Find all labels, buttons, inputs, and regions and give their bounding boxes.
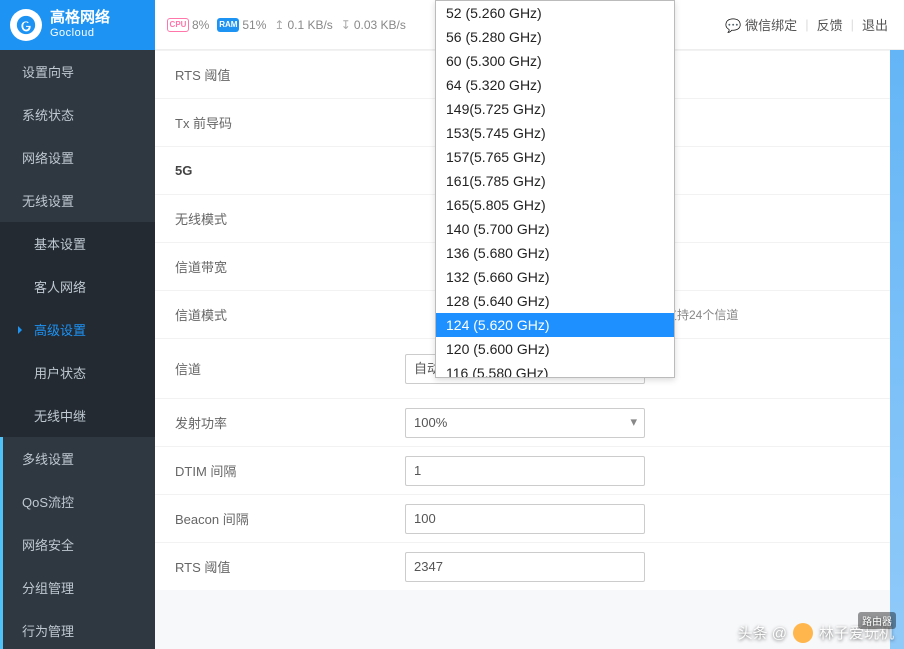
ram-stat: RAM 51%: [217, 18, 266, 32]
header-actions: 💬微信绑定 | 反馈 | 退出: [725, 15, 904, 34]
sidebar-item-repeater[interactable]: 无线中继: [0, 394, 155, 437]
sidebar-item-group[interactable]: 分组管理: [0, 566, 155, 609]
dtim-label: DTIM 间隔: [175, 461, 405, 480]
rts24-label: RTS 阈值: [175, 65, 405, 84]
dtim-input[interactable]: [405, 456, 645, 486]
upload-stat: ↥ 0.1 KB/s: [274, 18, 332, 32]
sidebar-item-behavior[interactable]: 行为管理: [0, 609, 155, 649]
chanmode-label: 信道模式: [175, 305, 405, 324]
sidebar-item-multiwan[interactable]: 多线设置: [0, 437, 155, 480]
channel-option[interactable]: 60 (5.300 GHz): [436, 49, 674, 73]
channel-option[interactable]: 153(5.745 GHz): [436, 121, 674, 145]
sidebar-item-wizard[interactable]: 设置向导: [0, 50, 155, 93]
channel-option[interactable]: 157(5.765 GHz): [436, 145, 674, 169]
sidebar-item-guest[interactable]: 客人网络: [0, 265, 155, 308]
channel-option[interactable]: 165(5.805 GHz): [436, 193, 674, 217]
sidebar-item-network[interactable]: 网络设置: [0, 136, 155, 179]
txpower-select[interactable]: 100%: [405, 408, 645, 438]
cpu-icon: CPU: [167, 18, 189, 32]
right-decorative-strip: [890, 50, 904, 649]
channel-option[interactable]: 124 (5.620 GHz): [436, 313, 674, 337]
channel-dropdown[interactable]: 52 (5.260 GHz)56 (5.280 GHz)60 (5.300 GH…: [435, 0, 675, 378]
logo-text-en: Gocloud: [50, 27, 110, 39]
watermark-prefix: 头条 @: [738, 622, 787, 643]
cpu-value: 8%: [192, 18, 209, 32]
channel-option[interactable]: 149(5.725 GHz): [436, 97, 674, 121]
channel-option[interactable]: 128 (5.640 GHz): [436, 289, 674, 313]
download-icon: ↧: [341, 18, 351, 32]
channel-option[interactable]: 64 (5.320 GHz): [436, 73, 674, 97]
logout-link[interactable]: 退出: [862, 15, 888, 34]
rts-input[interactable]: [405, 552, 645, 582]
beacon-input[interactable]: [405, 504, 645, 534]
tx-preamble-label: Tx 前导码: [175, 113, 405, 132]
sidebar-item-security[interactable]: 网络安全: [0, 523, 155, 566]
sidebar-item-system[interactable]: 系统状态: [0, 93, 155, 136]
bandwidth-label: 信道带宽: [175, 257, 405, 276]
watermark-avatar-icon: [793, 623, 813, 643]
upload-icon: ↥: [274, 18, 284, 32]
watermark: 路由器 头条 @ 林子爱玩机: [738, 622, 894, 643]
watermark-badge: 路由器: [858, 612, 896, 629]
sidebar-item-wireless[interactable]: 无线设置: [0, 179, 155, 222]
channel-label: 信道: [175, 359, 405, 378]
sidebar: 设置向导 系统状态 网络设置 无线设置 基本设置 客人网络 高级设置 用户状态 …: [0, 50, 155, 649]
logo-text-zh: 高格网络: [50, 10, 110, 27]
channel-option[interactable]: 52 (5.260 GHz): [436, 1, 674, 25]
logo-icon: [10, 9, 42, 41]
channel-option[interactable]: 140 (5.700 GHz): [436, 217, 674, 241]
upload-value: 0.1 KB/s: [287, 18, 332, 32]
chanmode-hint: 支持24个信道: [665, 308, 738, 322]
channel-option[interactable]: 56 (5.280 GHz): [436, 25, 674, 49]
feedback-link[interactable]: 反馈: [817, 15, 843, 34]
sidebar-item-advanced[interactable]: 高级设置: [0, 308, 155, 351]
mode-label: 无线模式: [175, 209, 405, 228]
sidebar-item-userstatus[interactable]: 用户状态: [0, 351, 155, 394]
sidebar-item-qos[interactable]: QoS流控: [0, 480, 155, 523]
wechat-icon: 💬: [725, 18, 741, 34]
wechat-bind-link[interactable]: 💬微信绑定: [725, 15, 797, 34]
logo[interactable]: 高格网络 Gocloud: [0, 0, 155, 50]
sidebar-item-basic[interactable]: 基本设置: [0, 222, 155, 265]
channel-option[interactable]: 120 (5.600 GHz): [436, 337, 674, 361]
channel-option[interactable]: 136 (5.680 GHz): [436, 241, 674, 265]
ram-icon: RAM: [217, 18, 239, 32]
txpower-label: 发射功率: [175, 413, 405, 432]
status-bar: CPU 8% RAM 51% ↥ 0.1 KB/s ↧ 0.03 KB/s: [155, 18, 418, 32]
cpu-stat: CPU 8%: [167, 18, 209, 32]
channel-option[interactable]: 116 (5.580 GHz): [436, 361, 674, 377]
channel-option[interactable]: 161(5.785 GHz): [436, 169, 674, 193]
ram-value: 51%: [242, 18, 266, 32]
beacon-label: Beacon 间隔: [175, 509, 405, 528]
download-stat: ↧ 0.03 KB/s: [341, 18, 406, 32]
download-value: 0.03 KB/s: [354, 18, 406, 32]
channel-option[interactable]: 132 (5.660 GHz): [436, 265, 674, 289]
rts5-label: RTS 阈值: [175, 557, 405, 576]
